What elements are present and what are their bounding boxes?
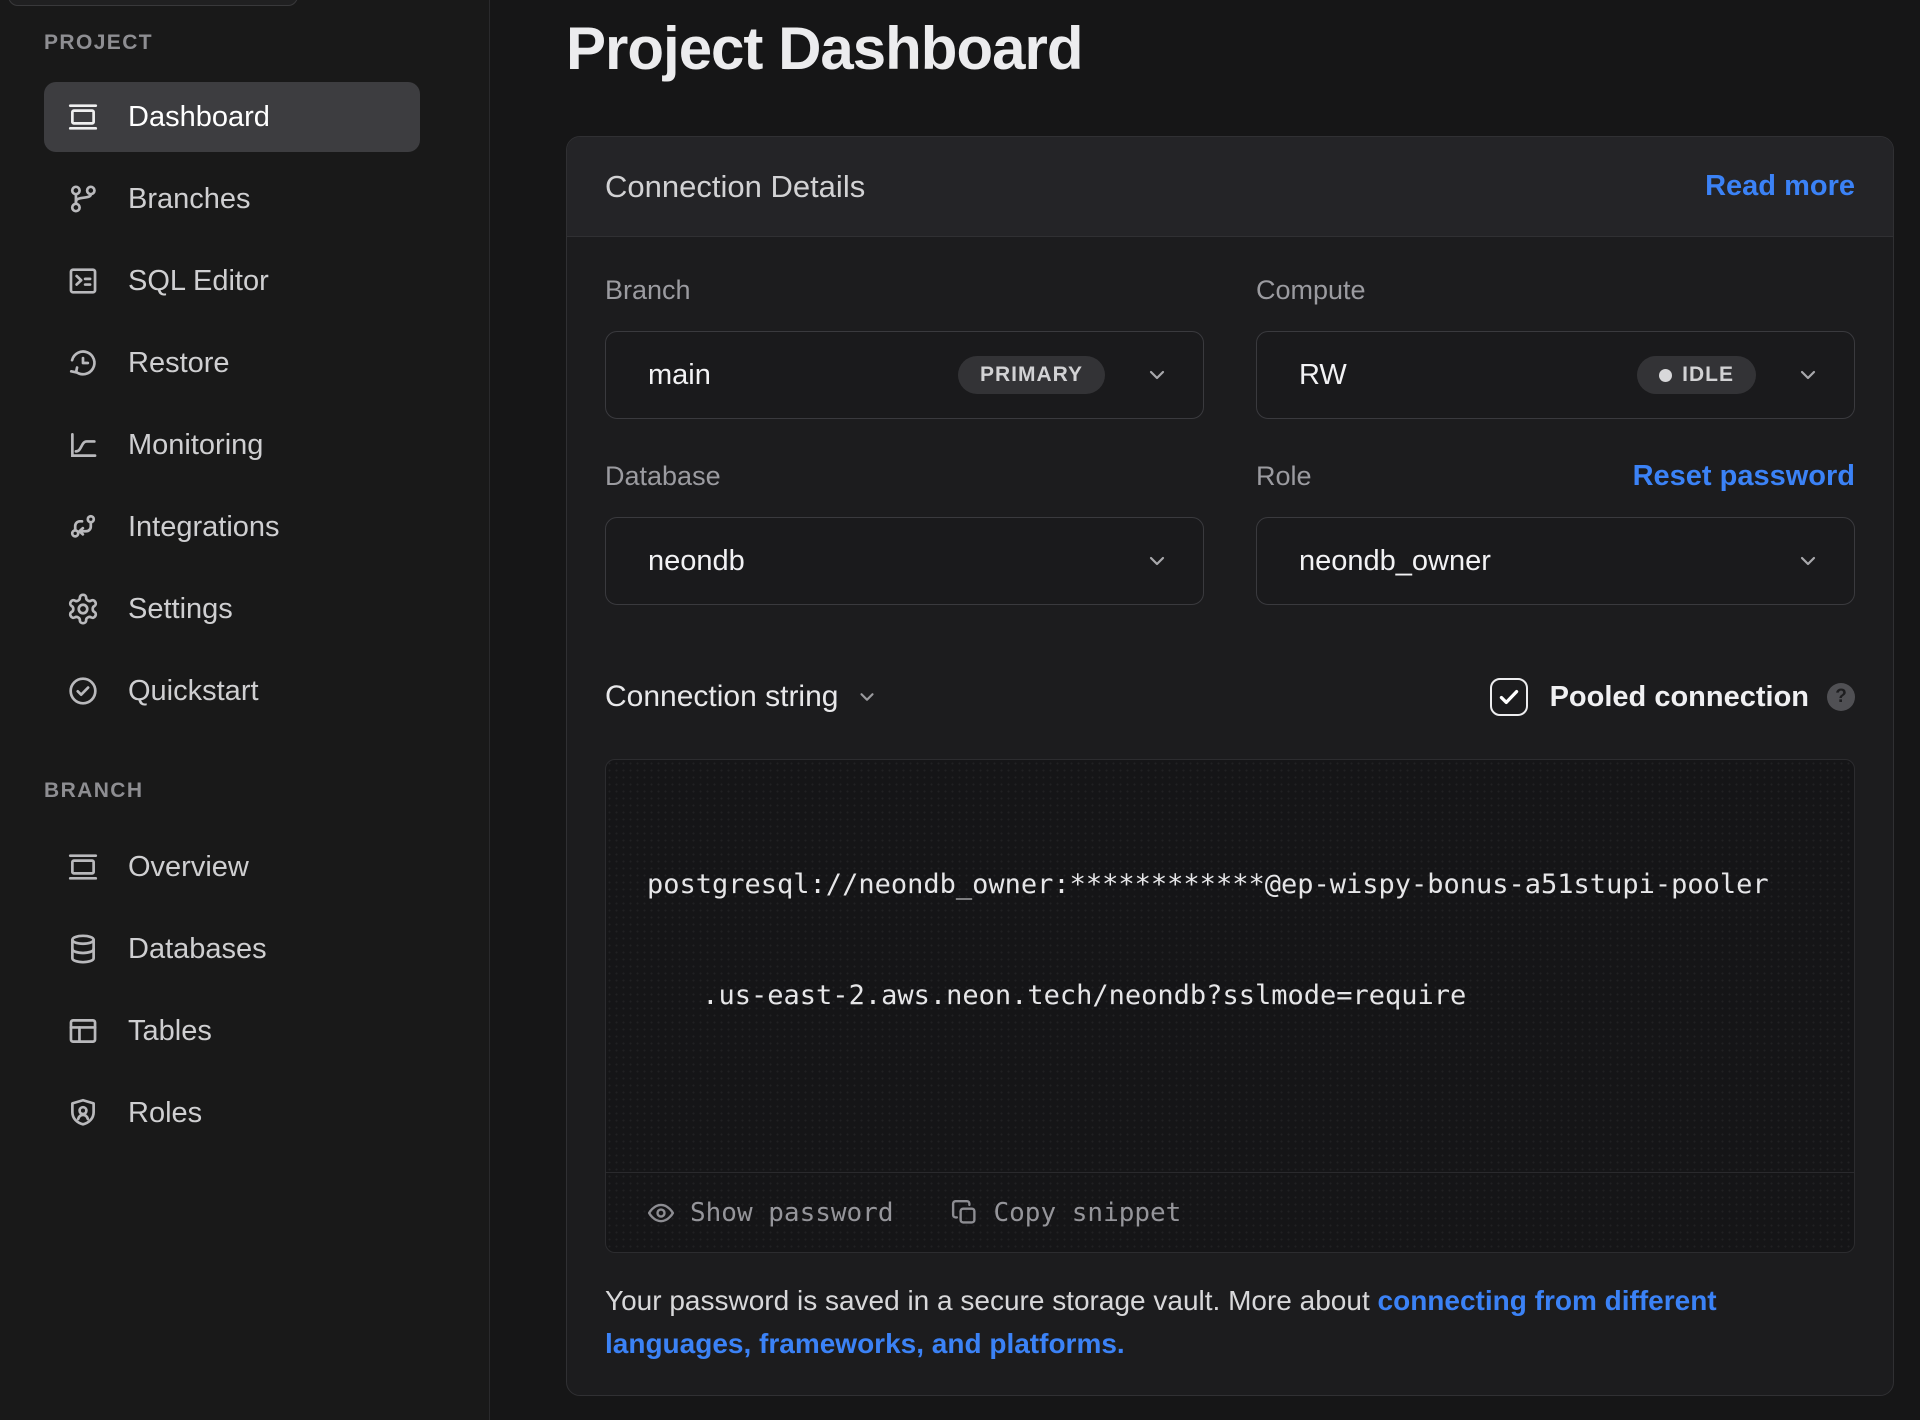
project-nav: Dashboard Branches SQL Editor Restore — [44, 82, 420, 726]
sidebar-item-label: Branches — [128, 183, 251, 216]
sidebar-item-branches[interactable]: Branches — [44, 164, 420, 234]
tables-icon — [66, 1014, 100, 1048]
dashboard-icon — [66, 100, 100, 134]
sidebar-item-monitoring[interactable]: Monitoring — [44, 410, 420, 480]
branch-select[interactable]: main PRIMARY — [605, 331, 1204, 419]
sidebar-item-overview[interactable]: Overview — [44, 832, 420, 902]
status-dot — [1659, 369, 1672, 382]
password-note: Your password is saved in a secure stora… — [605, 1279, 1775, 1365]
sidebar-item-label: Restore — [128, 347, 230, 380]
chevron-down-icon — [1145, 363, 1169, 387]
sidebar: PROJECT Dashboard Branches SQL Editor — [0, 0, 490, 1420]
sidebar-item-label: Quickstart — [128, 675, 259, 708]
database-label: Database — [605, 459, 721, 493]
read-more-link[interactable]: Read more — [1705, 170, 1855, 203]
pooled-connection-label: Pooled connection — [1550, 681, 1809, 714]
idle-status-badge: IDLE — [1637, 356, 1756, 394]
panel-body: Branch main PRIMARY Compute — [567, 237, 1893, 1395]
connection-string-toggle[interactable]: Connection string — [605, 680, 878, 714]
chevron-down-icon — [1145, 549, 1169, 573]
monitoring-icon — [66, 428, 100, 462]
connection-string-row: Connection string Pooled connection ? — [605, 669, 1855, 725]
main-content: Project Dashboard Connection Details Rea… — [490, 0, 1920, 1420]
restore-icon — [66, 346, 100, 380]
connection-string-value: postgresql://neondb_owner:************@e… — [606, 760, 1854, 1088]
page-title: Project Dashboard — [566, 12, 1894, 86]
show-password-button[interactable]: Show password — [646, 1198, 894, 1228]
chevron-down-icon — [1796, 363, 1820, 387]
sidebar-item-label: Overview — [128, 851, 249, 884]
sidebar-item-dashboard[interactable]: Dashboard — [44, 82, 420, 152]
chevron-down-icon — [1796, 549, 1820, 573]
sidebar-item-databases[interactable]: Databases — [44, 914, 420, 984]
database-value: neondb — [648, 545, 745, 578]
connection-details-panel: Connection Details Read more Branch main… — [566, 136, 1894, 1396]
compute-field: Compute RW IDLE — [1256, 273, 1855, 419]
sidebar-item-label: Integrations — [128, 511, 280, 544]
panel-header: Connection Details Read more — [567, 137, 1893, 237]
sidebar-item-restore[interactable]: Restore — [44, 328, 420, 398]
connection-string-box: postgresql://neondb_owner:************@e… — [605, 759, 1855, 1253]
copy-snippet-button[interactable]: Copy snippet — [950, 1198, 1182, 1228]
sidebar-item-label: Databases — [128, 933, 267, 966]
sql-editor-icon — [66, 264, 100, 298]
sidebar-item-roles[interactable]: Roles — [44, 1078, 420, 1148]
quickstart-icon — [66, 674, 100, 708]
sidebar-section-project: PROJECT — [44, 30, 489, 56]
role-label: Role — [1256, 459, 1312, 493]
project-selector-partial[interactable] — [8, 0, 298, 6]
database-field: Database neondb — [605, 459, 1204, 605]
sidebar-item-label: Dashboard — [128, 101, 270, 134]
pooled-connection-group: Pooled connection ? — [1490, 678, 1855, 716]
sidebar-item-settings[interactable]: Settings — [44, 574, 420, 644]
eye-icon — [646, 1198, 676, 1228]
compute-value: RW — [1299, 359, 1347, 392]
branch-nav: Overview Databases Tables Roles — [44, 832, 420, 1148]
sidebar-item-label: SQL Editor — [128, 265, 269, 298]
role-value: neondb_owner — [1299, 545, 1491, 578]
connection-string-line-2: .us-east-2.aws.neon.tech/neondb?sslmode=… — [647, 977, 1814, 1014]
branch-field: Branch main PRIMARY — [605, 273, 1204, 419]
compute-label: Compute — [1256, 273, 1366, 307]
sidebar-item-tables[interactable]: Tables — [44, 996, 420, 1066]
settings-icon — [66, 592, 100, 626]
roles-icon — [66, 1096, 100, 1130]
sidebar-item-quickstart[interactable]: Quickstart — [44, 656, 420, 726]
pooled-connection-checkbox[interactable] — [1490, 678, 1528, 716]
sidebar-item-integrations[interactable]: Integrations — [44, 492, 420, 562]
integrations-icon — [66, 510, 100, 544]
database-select[interactable]: neondb — [605, 517, 1204, 605]
primary-badge: PRIMARY — [958, 356, 1105, 394]
connection-string-label: Connection string — [605, 680, 838, 714]
overview-icon — [66, 850, 100, 884]
sidebar-item-label: Settings — [128, 593, 233, 626]
check-icon — [1496, 684, 1522, 710]
compute-select[interactable]: RW IDLE — [1256, 331, 1855, 419]
reset-password-link[interactable]: Reset password — [1633, 460, 1855, 493]
chevron-down-icon — [856, 686, 878, 708]
branches-icon — [66, 182, 100, 216]
connection-string-line-1: postgresql://neondb_owner:************@e… — [647, 866, 1814, 903]
panel-title: Connection Details — [605, 169, 865, 205]
branch-value: main — [648, 359, 711, 392]
sidebar-section-branch: BRANCH — [44, 778, 489, 804]
code-footer: Show password Copy snippet — [606, 1172, 1854, 1252]
branch-label: Branch — [605, 273, 691, 307]
help-icon[interactable]: ? — [1827, 683, 1855, 711]
sidebar-item-label: Tables — [128, 1015, 212, 1048]
app-window: PROJECT Dashboard Branches SQL Editor — [0, 0, 1920, 1420]
databases-icon — [66, 932, 100, 966]
copy-icon — [950, 1198, 980, 1228]
sidebar-item-label: Roles — [128, 1097, 202, 1130]
sidebar-item-sql-editor[interactable]: SQL Editor — [44, 246, 420, 316]
role-select[interactable]: neondb_owner — [1256, 517, 1855, 605]
sidebar-item-label: Monitoring — [128, 429, 263, 462]
role-field: Role Reset password neondb_owner — [1256, 459, 1855, 605]
